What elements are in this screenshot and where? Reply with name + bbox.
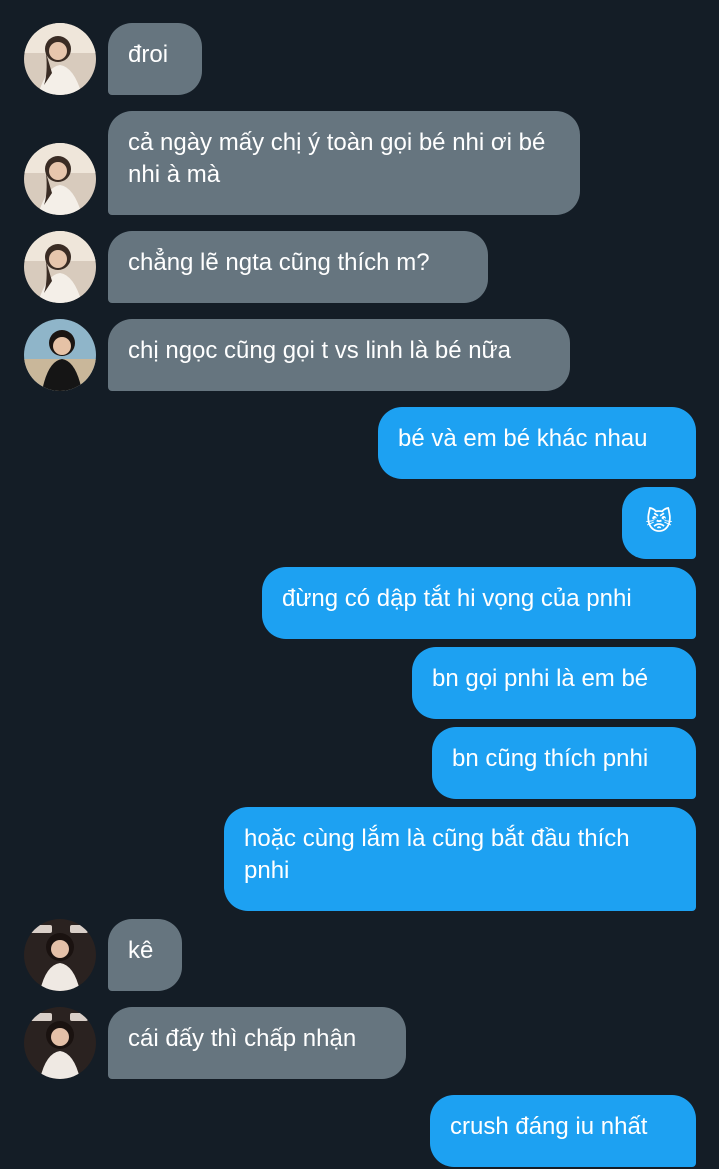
message-text: chẳng lẽ ngta cũng thích m? — [128, 249, 430, 276]
message-text: cái đấy thì chấp nhận — [128, 1025, 357, 1052]
message-bubble-outgoing[interactable]: crush đáng iu nhất — [430, 1095, 696, 1167]
message-bubble-incoming[interactable]: chị ngọc cũng gọi t vs linh là bé nữa — [108, 319, 570, 391]
message-bubble-incoming[interactable]: cả ngày mấy chị ý toàn gọi bé nhi ơi bé … — [108, 111, 580, 215]
sender-avatar[interactable] — [24, 231, 96, 303]
message-bubble-outgoing[interactable]: bn cũng thích pnhi — [432, 727, 696, 799]
message-text: bé và em bé khác nhau — [398, 425, 648, 452]
sender-avatar[interactable] — [24, 319, 96, 391]
message-text: cả ngày mấy chị ý toàn gọi bé nhi ơi bé … — [128, 129, 546, 188]
message-text: bn gọi pnhi là em bé — [432, 665, 649, 692]
message-text: hoặc cùng lắm là cũng bắt đầu thích pnhi — [244, 825, 630, 884]
message-bubble-incoming[interactable]: cái đấy thì chấp nhận — [108, 1007, 406, 1079]
message-bubble-outgoing[interactable]: hoặc cùng lắm là cũng bắt đầu thích pnhi — [224, 807, 696, 911]
message-bubble-incoming[interactable]: đroi — [108, 23, 202, 95]
message-text: chị ngọc cũng gọi t vs linh là bé nữa — [128, 337, 511, 364]
message-bubble-outgoing[interactable]: 😾 — [622, 487, 696, 559]
message-bubble-incoming[interactable]: kê — [108, 919, 182, 991]
message-text: đroi — [128, 41, 169, 68]
message-text: đừng có dập tắt hi vọng của pnhi — [282, 585, 632, 612]
message-bubble-incoming[interactable]: chẳng lẽ ngta cũng thích m? — [108, 231, 488, 303]
message-text: kê — [128, 937, 154, 964]
message-bubble-outgoing[interactable]: bn gọi pnhi là em bé — [412, 647, 696, 719]
sender-avatar[interactable] — [24, 919, 96, 991]
message-text: bn cũng thích pnhi — [452, 745, 649, 772]
conversation-thread[interactable]: đroi cả ngày mấy chị ý toàn gọi bé nhi ơ… — [0, 0, 719, 1169]
sender-avatar[interactable] — [24, 1007, 96, 1079]
sender-avatar[interactable] — [24, 23, 96, 95]
message-text: crush đáng iu nhất — [450, 1113, 648, 1140]
pouting-cat-emoji: 😾 — [645, 506, 673, 536]
message-bubble-outgoing[interactable]: đừng có dập tắt hi vọng của pnhi — [262, 567, 696, 639]
sender-avatar[interactable] — [24, 143, 96, 215]
message-bubble-outgoing[interactable]: bé và em bé khác nhau — [378, 407, 696, 479]
